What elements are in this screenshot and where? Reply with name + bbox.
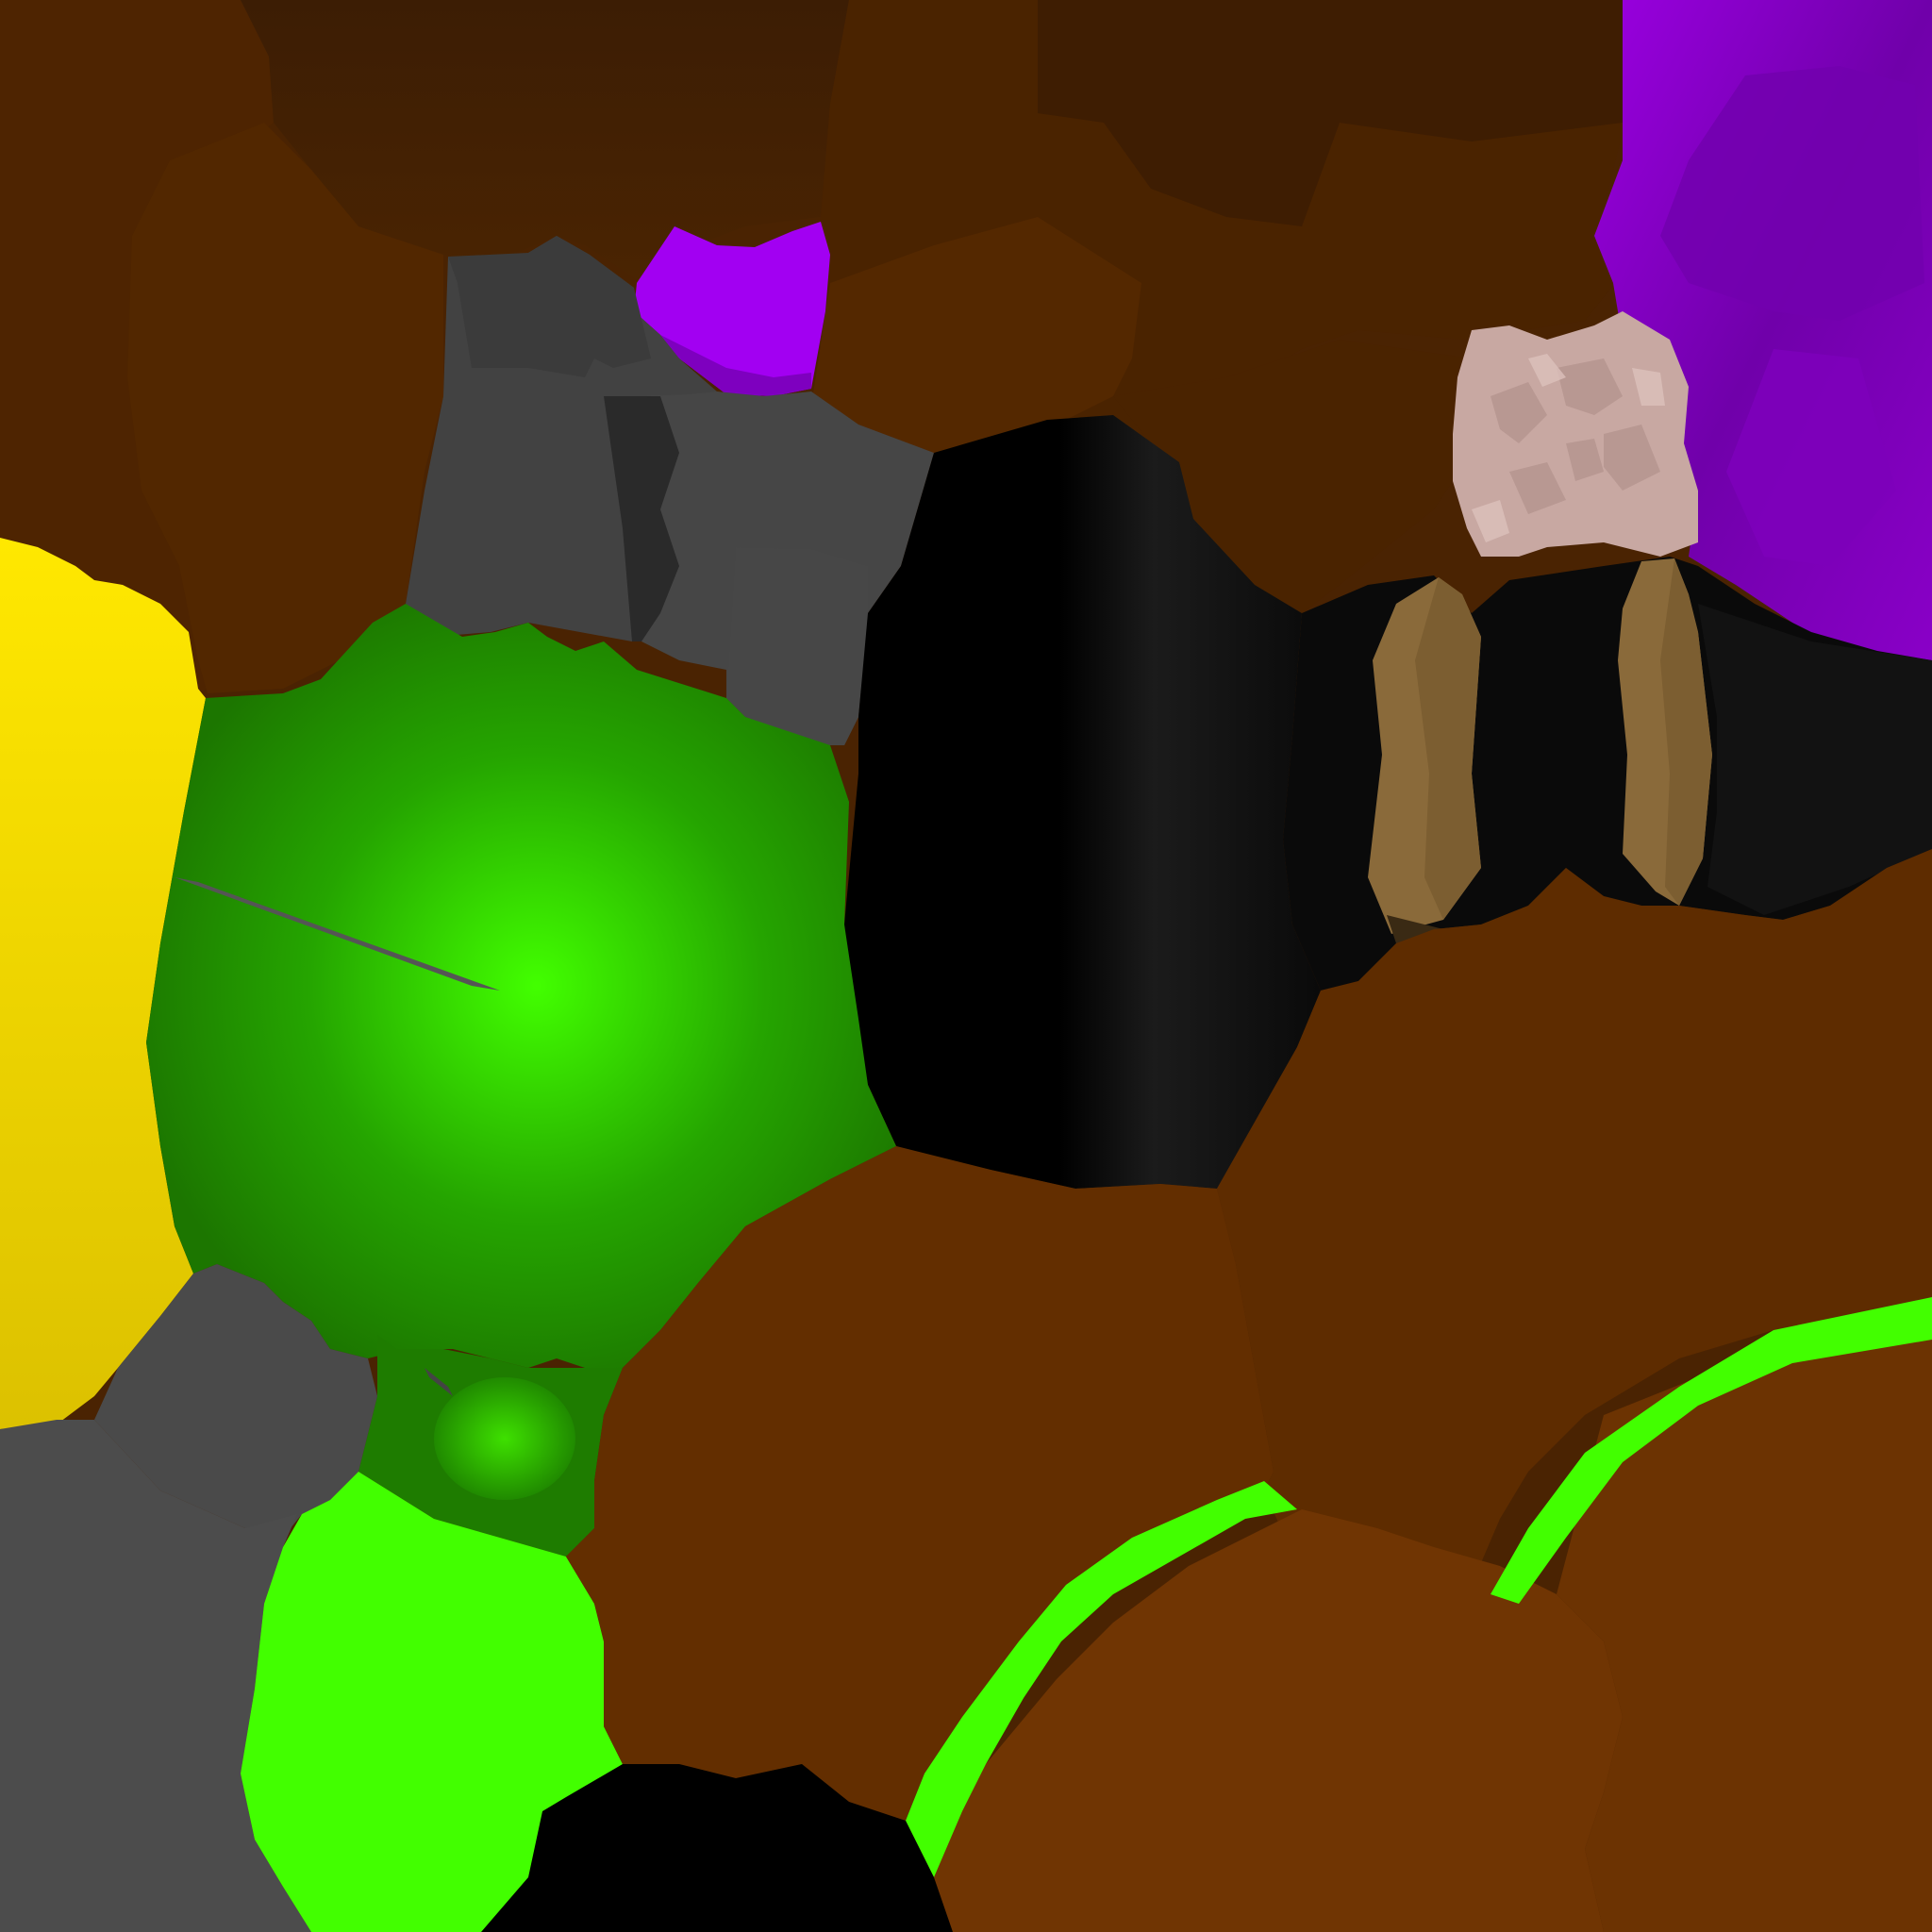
- ground-block-icon[interactable]: [1557, 1340, 1932, 1932]
- world-render[interactable]: [0, 0, 1932, 1932]
- leaf-sphere-icon: [434, 1377, 575, 1500]
- game-viewport[interactable]: [0, 0, 1932, 1932]
- stone-block-icon: [726, 547, 868, 745]
- pink-quartz-block[interactable]: [1453, 311, 1698, 557]
